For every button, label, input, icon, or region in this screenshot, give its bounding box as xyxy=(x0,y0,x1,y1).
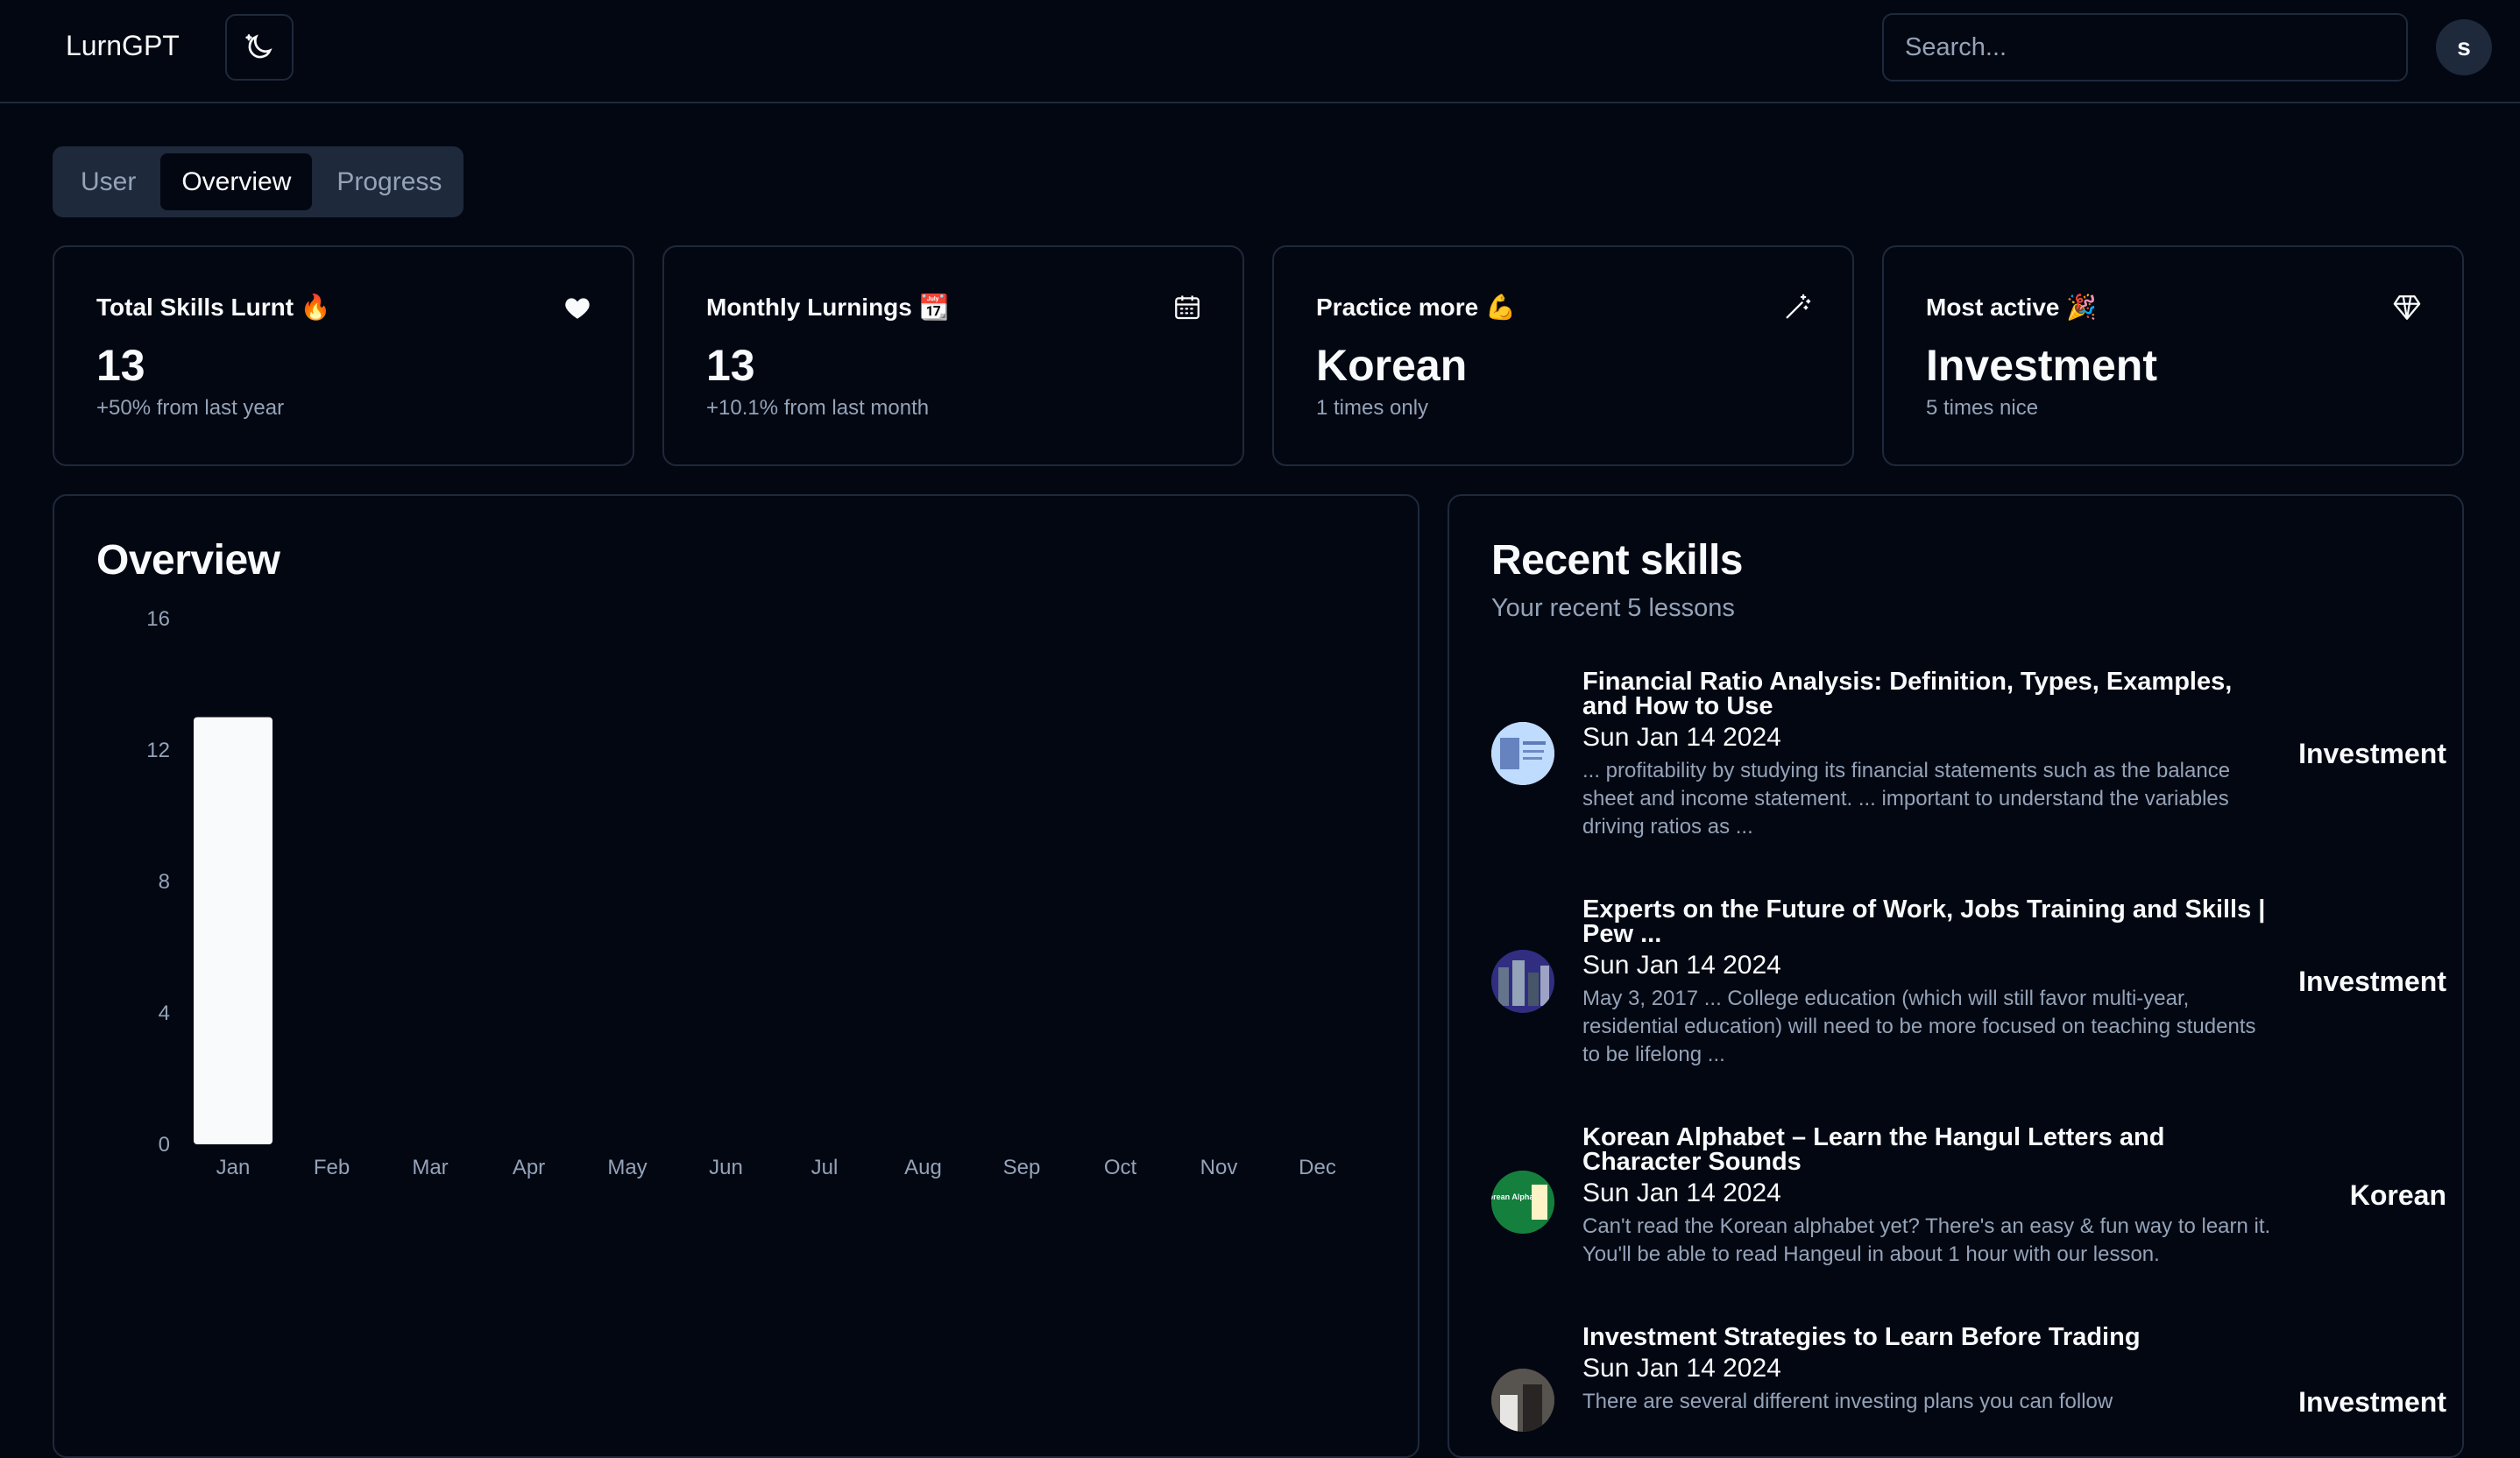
recent-skills-subtitle: Your recent 5 lessons xyxy=(1491,594,1735,622)
lesson-date: Sun Jan 14 2024 xyxy=(1582,723,1781,752)
stat-title: Most active 🎉 xyxy=(1926,294,2098,321)
y-tick-label: 8 xyxy=(159,870,170,894)
lesson-body: Investment Strategies to Learn Before Tr… xyxy=(1582,1325,2275,1416)
tab-overview[interactable]: Overview xyxy=(160,153,313,210)
stat-value: 13 xyxy=(96,341,145,390)
list-item[interactable]: Experts on the Future of Work, Jobs Trai… xyxy=(1491,897,2446,1081)
lesson-title[interactable]: Korean Alphabet – Learn the Hangul Lette… xyxy=(1582,1125,2275,1175)
lesson-description: May 3, 2017 ... College education (which… xyxy=(1582,987,2256,1066)
lesson-thumbnail xyxy=(1491,722,1554,785)
stat-subtext: +10.1% from last month xyxy=(706,396,930,420)
lesson-category: Investment xyxy=(2298,738,2446,769)
x-tick-label: Feb xyxy=(314,1156,350,1179)
x-tick-label: Jul xyxy=(811,1156,839,1179)
stat-value: Investment xyxy=(1926,341,2157,390)
lesson-date: Sun Jan 14 2024 xyxy=(1582,1354,1781,1383)
top-header: LurnGPT s xyxy=(0,0,2520,103)
lesson-date: Sun Jan 14 2024 xyxy=(1582,951,1781,980)
x-tick-label: Aug xyxy=(904,1156,942,1179)
lesson-category: Korean xyxy=(2349,1179,2446,1211)
lesson-title[interactable]: Financial Ratio Analysis: Definition, Ty… xyxy=(1582,669,2275,719)
bar-jan[interactable] xyxy=(194,717,273,1145)
lesson-thumbnail xyxy=(1491,950,1554,1013)
list-item[interactable]: Investment Strategies to Learn Before Tr… xyxy=(1491,1325,2446,1447)
lesson-description: ... profitability by studying its financ… xyxy=(1582,759,2231,839)
search-input[interactable] xyxy=(1882,13,2408,81)
stat-subtext: +50% from last year xyxy=(96,396,285,420)
tab-list: User Overview Progress xyxy=(53,146,464,217)
lesson-body: Korean Alphabet – Learn the Hangul Lette… xyxy=(1582,1125,2275,1269)
x-tick-label: Oct xyxy=(1104,1156,1137,1179)
overview-bar-chart: 0 4 8 12 16 Jan Feb Mar Apr May Jun Jul Aug Sep Oct Nov… xyxy=(146,607,1336,1179)
lesson-title[interactable]: Investment Strategies to Learn Before Tr… xyxy=(1582,1325,2275,1350)
gem-icon xyxy=(2393,295,2421,320)
stat-title: Monthly Lurnings 📆 xyxy=(706,294,950,321)
overview-title: Overview xyxy=(96,537,280,584)
stat-subtext: 5 times nice xyxy=(1926,396,2039,420)
list-item[interactable]: Financial Ratio Analysis: Definition, Ty… xyxy=(1491,669,2446,853)
stat-title: Practice more 💪 xyxy=(1316,294,1516,321)
wand-icon xyxy=(1786,294,1811,319)
avatar[interactable]: s xyxy=(2436,19,2492,75)
list-item[interactable]: Korean Alphabet Korean Alphabet – Learn … xyxy=(1491,1125,2446,1274)
theme-toggle-button[interactable] xyxy=(225,14,294,81)
recent-skills-panel: Recent skills Your recent 5 lessons Fina… xyxy=(1448,494,2464,1458)
x-tick-label: May xyxy=(607,1156,647,1179)
stat-card-monthly: Monthly Lurnings 📆 13 +10.1% from last m… xyxy=(662,245,1244,466)
x-tick-label: Apr xyxy=(513,1156,545,1179)
stat-card-total-skills: Total Skills Lurnt 🔥 13 +50% from last y… xyxy=(53,245,634,466)
lesson-title[interactable]: Experts on the Future of Work, Jobs Trai… xyxy=(1582,897,2275,947)
x-tick-label: Sep xyxy=(1003,1156,1041,1179)
stat-card-most-active: Most active 🎉 Investment 5 times nice xyxy=(1882,245,2464,466)
lesson-body: Financial Ratio Analysis: Definition, Ty… xyxy=(1582,669,2275,841)
lesson-thumbnail xyxy=(1491,1369,1554,1432)
lesson-category: Investment xyxy=(2298,1386,2446,1418)
y-tick-label: 4 xyxy=(159,1001,170,1025)
overview-panel: Overview 0 4 8 12 16 Jan Feb Mar Apr May Jun Jul Aug… xyxy=(53,494,1419,1458)
app-brand[interactable]: LurnGPT xyxy=(66,30,180,62)
stat-card-practice: Practice more 💪 Korean 1 times only xyxy=(1272,245,1854,466)
x-tick-label: Jan xyxy=(216,1156,251,1179)
stat-value: 13 xyxy=(706,341,755,390)
y-tick-label: 16 xyxy=(146,607,170,631)
lesson-thumbnail: Korean Alphabet xyxy=(1491,1171,1554,1234)
y-tick-label: 12 xyxy=(146,739,170,762)
moon-icon xyxy=(245,34,273,59)
x-tick-label: Mar xyxy=(412,1156,448,1179)
stat-value: Korean xyxy=(1316,341,1468,390)
lesson-description: There are several different investing pl… xyxy=(1582,1390,2113,1413)
y-tick-label: 0 xyxy=(159,1133,170,1157)
avatar-initial: s xyxy=(2457,33,2471,60)
tab-progress[interactable]: Progress xyxy=(315,153,463,210)
stat-title: Total Skills Lurnt 🔥 xyxy=(96,294,331,321)
lesson-body: Experts on the Future of Work, Jobs Trai… xyxy=(1582,897,2275,1069)
lesson-category: Investment xyxy=(2298,966,2446,997)
lesson-date: Sun Jan 14 2024 xyxy=(1582,1178,1781,1207)
stat-subtext: 1 times only xyxy=(1316,396,1429,420)
x-tick-label: Nov xyxy=(1200,1156,1238,1179)
lesson-description: Can't read the Korean alphabet yet? Ther… xyxy=(1582,1214,2271,1266)
calendar-icon xyxy=(1175,295,1200,320)
tab-user[interactable]: User xyxy=(60,153,157,210)
x-tick-label: Dec xyxy=(1299,1156,1336,1179)
x-tick-label: Jun xyxy=(709,1156,743,1179)
recent-skills-title: Recent skills xyxy=(1491,537,1743,584)
heart-icon xyxy=(565,298,590,319)
